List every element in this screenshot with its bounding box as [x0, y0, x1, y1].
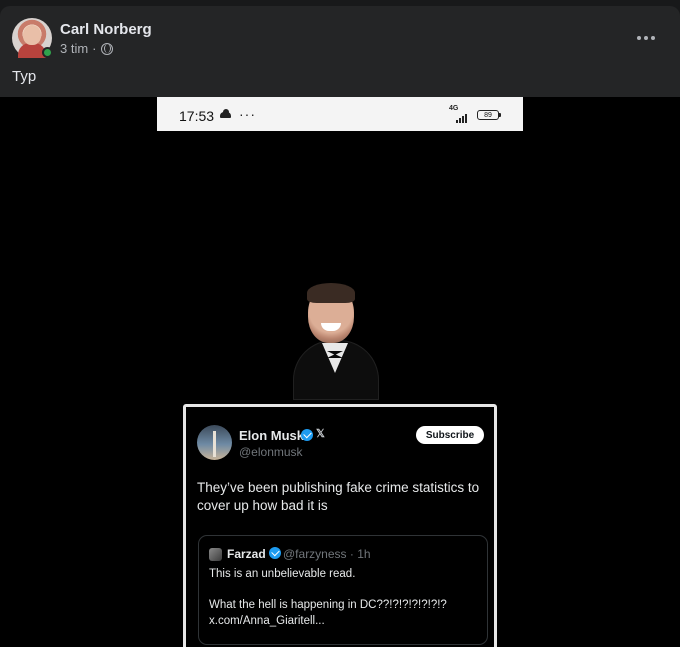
verified-icon — [301, 429, 313, 441]
dots-icon: ··· — [239, 106, 256, 122]
post-timestamp[interactable]: 3 tim — [60, 41, 88, 56]
post-text: Typ — [12, 68, 37, 85]
facebook-post: Carl Norberg 3 tim · Typ 17:53 ··· 4G 89 — [0, 6, 680, 647]
avatar-face — [23, 25, 41, 45]
tweet-author-avatar — [197, 425, 232, 460]
subscribe-button: Subscribe — [416, 426, 484, 444]
quote-line-2: What the hell is happening in DC??!?!?!?… — [209, 599, 447, 611]
quote-line-1: This is an unbelievable read. — [209, 568, 356, 580]
post-meta: 3 tim · — [60, 41, 113, 56]
status-time: 17:53 — [179, 108, 215, 124]
quoted-tweet: Farzad @farzyness · 1h This is an unbeli… — [198, 535, 488, 645]
battery-icon: 89 — [477, 110, 501, 120]
author-name[interactable]: Carl Norberg — [60, 21, 152, 38]
more-dot — [644, 36, 648, 40]
quote-author-handle: @farzyness · 1h — [283, 547, 371, 561]
x-logo-icon: 𝕏 — [316, 428, 325, 440]
cloud-icon — [220, 109, 231, 118]
quote-author-name: Farzad — [227, 547, 266, 561]
signal-bar — [465, 114, 467, 123]
more-horizontal-icon — [637, 36, 641, 40]
quote-author-avatar — [209, 548, 222, 561]
hair — [307, 283, 355, 303]
meta-separator: · — [92, 41, 97, 56]
online-status-icon — [42, 47, 53, 58]
quote-line-3: x.com/Anna_Giaritell... — [209, 615, 325, 627]
tweet-author-handle: @elonmusk — [239, 445, 303, 459]
signal-bar — [459, 118, 461, 123]
verified-icon — [269, 547, 281, 559]
signal-bar — [456, 120, 458, 123]
tweet-screenshot: Elon Musk 𝕏 @elonmusk Subscribe They’ve … — [183, 404, 497, 647]
post-image[interactable]: 17:53 ··· 4G 89 Elon Musk 𝕏 @elonmusk Su… — [0, 97, 680, 647]
tweet-author-name: Elon Musk — [239, 428, 305, 443]
more-options-button[interactable] — [634, 26, 658, 50]
phone-status-bar: 17:53 ··· 4G 89 — [157, 97, 523, 131]
signal-bar — [462, 116, 464, 123]
tweet-body: They’ve been publishing fake crime stati… — [197, 480, 480, 513]
more-dot — [651, 36, 655, 40]
signal-icon — [450, 110, 472, 123]
tweet: Elon Musk 𝕏 @elonmusk Subscribe They’ve … — [194, 417, 488, 647]
portrait-photo — [287, 283, 383, 405]
globe-icon[interactable] — [100, 42, 113, 55]
post-header: Carl Norberg 3 tim · — [12, 18, 668, 58]
